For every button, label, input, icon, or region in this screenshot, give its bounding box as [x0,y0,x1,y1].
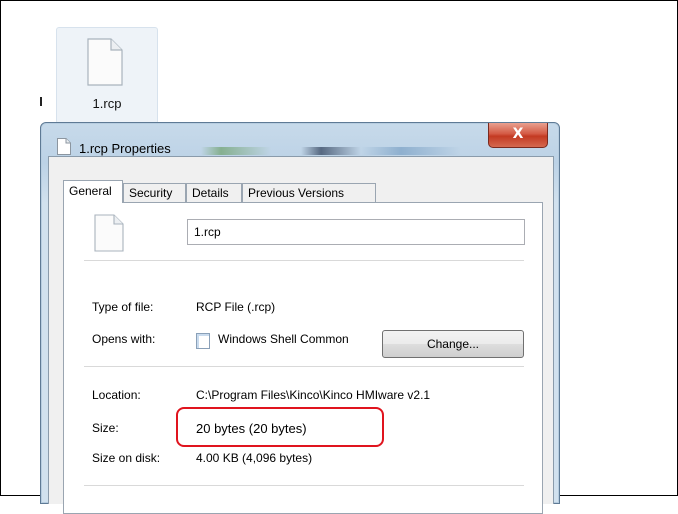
tab-previous-versions[interactable]: Previous Versions [242,183,376,203]
type-of-file-value: RCP File (.rcp) [196,300,276,314]
divider [84,260,524,261]
opens-with-value: Windows Shell Common [218,332,348,346]
change-button[interactable]: Change... [382,330,524,358]
titlebar-background [201,147,531,155]
tab-security[interactable]: Security [123,183,186,203]
general-tab-panel: Type of file: RCP File (.rcp) Opens with… [63,202,543,514]
file-type-icon [94,214,124,252]
location-value: C:\Program Files\Kinco\Kinco HMIware v2.… [196,388,431,402]
size-on-disk-label: Size on disk: [92,451,161,465]
window-title: 1.rcp Properties [79,141,171,156]
shell-app-icon [196,333,210,349]
close-button[interactable]: X [488,123,548,148]
desktop-edge-mark [40,97,42,106]
opens-with-label: Opens with: [92,332,156,346]
size-label: Size: [92,421,119,435]
document-icon [87,38,123,86]
divider [84,485,524,486]
location-label: Location: [92,388,141,402]
type-of-file-label: Type of file: [92,300,154,314]
tab-details[interactable]: Details [186,183,242,203]
tab-general[interactable]: General [63,180,123,203]
divider [84,366,524,367]
desktop-file-item[interactable]: 1.rcp [56,27,158,124]
size-highlight-annotation [176,407,384,447]
desktop-file-label: 1.rcp [92,96,122,111]
filename-field[interactable] [187,219,525,245]
size-on-disk-value: 4.00 KB (4,096 bytes) [196,451,313,465]
window-client-area: General Security Details Previous Versio… [48,156,554,514]
title-document-icon [57,138,71,155]
